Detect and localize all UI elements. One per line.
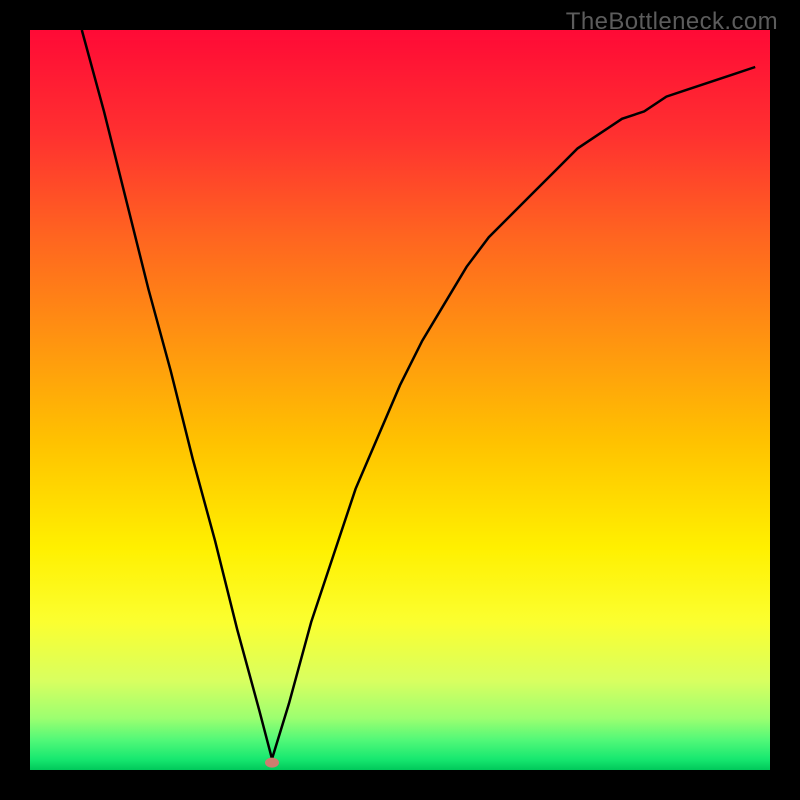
plot-area — [30, 30, 770, 770]
chart-container: TheBottleneck.com — [0, 0, 800, 800]
bottleneck-chart — [0, 0, 800, 800]
optimal-point-marker — [265, 758, 279, 768]
watermark-text: TheBottleneck.com — [566, 8, 778, 36]
